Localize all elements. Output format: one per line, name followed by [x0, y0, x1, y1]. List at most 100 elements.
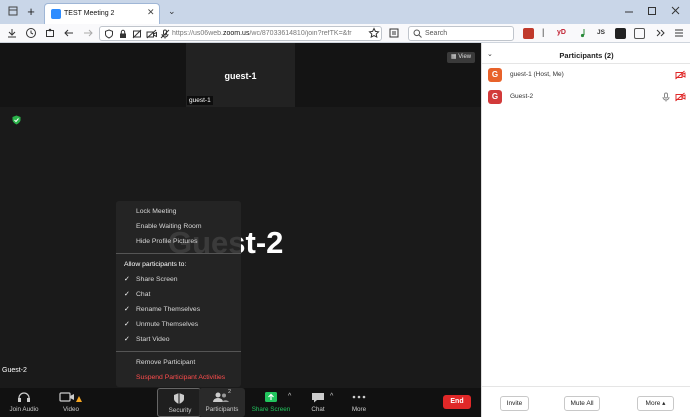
new-tab-button[interactable]: +	[23, 5, 39, 19]
ublock-extension-icon[interactable]	[523, 28, 534, 39]
tab-list-chevron-icon[interactable]: ⌄	[168, 6, 176, 17]
more-label: More	[351, 406, 367, 413]
forward-arrow-icon[interactable]	[81, 26, 95, 40]
microphone-blocked-icon[interactable]	[160, 29, 170, 39]
tracking-shield-icon[interactable]	[104, 29, 114, 39]
share-screen-label: Share Screen	[251, 406, 291, 413]
video-off-icon	[675, 70, 686, 80]
menu-lock-meeting[interactable]: Lock Meeting	[136, 208, 176, 215]
lock-icon[interactable]	[118, 29, 128, 39]
encryption-shield-icon[interactable]	[12, 115, 21, 125]
menu-rename-themselves[interactable]: Rename Themselves	[136, 306, 200, 313]
music-note-extension-icon[interactable]	[580, 28, 586, 38]
hamburger-menu-icon[interactable]	[672, 26, 686, 40]
download-icon[interactable]	[5, 26, 19, 40]
video-camera-warning-icon	[49, 391, 93, 403]
overflow-chevron-icon[interactable]	[653, 26, 667, 40]
meeting-toolbar: Join Audio Video Security 2 Participants	[0, 388, 481, 417]
extension-puzzle-icon[interactable]	[43, 26, 57, 40]
end-meeting-button[interactable]: End	[443, 395, 471, 409]
url-text[interactable]: https://us06web.zoom.us/wc/87033614810/j…	[172, 30, 367, 37]
menu-allow-header: Allow participants to:	[124, 261, 187, 268]
participant-row[interactable]: G guest-1 (Host, Me)	[482, 65, 690, 85]
search-box[interactable]: Search	[408, 26, 514, 41]
panel-divider	[482, 63, 690, 64]
participant-name: guest-1 (Host, Me)	[510, 71, 564, 78]
camera-blocked-icon[interactable]	[146, 29, 158, 39]
more-button[interactable]: More	[337, 388, 381, 417]
view-label: View	[458, 54, 472, 60]
menu-enable-waiting-room[interactable]: Enable Waiting Room	[136, 223, 201, 230]
security-label: Security	[168, 407, 192, 414]
participants-label: Participants	[205, 406, 239, 413]
gallery-tile-guest-1[interactable]: guest-1 guest-1	[186, 43, 295, 107]
avatar: G	[488, 90, 502, 104]
gallery-strip: guest-1 guest-1 ▦ View	[0, 43, 481, 107]
meeting-area: guest-1 guest-1 ▦ View Guest-2 Guest-2 L…	[0, 43, 481, 417]
chat-options-caret-icon[interactable]: ^	[330, 393, 333, 400]
security-menu: Lock Meeting Enable Waiting Room Hide Pr…	[116, 201, 241, 387]
browser-tab-active[interactable]: TEST Meeting 2 ✕	[44, 3, 160, 24]
panel-title: Participants (2)	[559, 51, 614, 60]
chat-bubble-icon	[296, 391, 340, 403]
video-button[interactable]: Video	[49, 388, 93, 417]
security-button[interactable]: Security	[157, 388, 201, 417]
menu-divider	[116, 253, 241, 254]
firefox-view-icon[interactable]	[8, 6, 18, 16]
participants-button[interactable]: 2 Participants	[199, 388, 245, 417]
view-grid-icon: ▦	[450, 54, 457, 60]
close-window-button[interactable]	[667, 3, 685, 19]
active-speaker-label: Guest-2	[2, 367, 27, 374]
chat-label: Chat	[311, 406, 325, 413]
join-audio-label: Join Audio	[9, 406, 39, 413]
tile-label: guest-1	[187, 96, 213, 105]
browser-navbar: https://us06web.zoom.us/wc/87033614810/j…	[0, 24, 690, 43]
participants-icon	[199, 391, 243, 403]
reader-view-icon[interactable]	[387, 26, 401, 40]
check-icon: ✓	[124, 321, 130, 328]
tile-name: guest-1	[224, 71, 257, 81]
view-button[interactable]: ▦ View	[447, 52, 475, 63]
share-screen-button[interactable]: Share Screen	[249, 388, 293, 417]
menu-divider	[116, 351, 241, 352]
invite-button[interactable]: Invite	[500, 396, 529, 411]
search-icon	[413, 29, 422, 38]
participant-row[interactable]: G Guest-2	[482, 87, 690, 107]
check-icon: ✓	[124, 306, 130, 313]
tab-title: TEST Meeting 2	[64, 10, 115, 17]
yd-extension-icon[interactable]: yD	[557, 29, 566, 36]
url-bar[interactable]: https://us06web.zoom.us/wc/87033614810/j…	[99, 26, 382, 41]
more-dots-icon	[337, 391, 381, 403]
js-extension-icon[interactable]: JS	[597, 29, 605, 36]
menu-hide-profile-pictures[interactable]: Hide Profile Pictures	[136, 238, 198, 245]
search-placeholder: Search	[425, 30, 448, 37]
avatar: G	[488, 68, 502, 82]
menu-start-video[interactable]: Start Video	[136, 336, 170, 343]
menu-share-screen[interactable]: Share Screen	[136, 276, 178, 283]
menu-remove-participant[interactable]: Remove Participant	[136, 359, 195, 366]
panel-more-button[interactable]: More ▴	[637, 396, 674, 411]
box-extension-icon[interactable]	[634, 28, 645, 39]
participants-count: 2	[228, 389, 232, 395]
mute-all-button[interactable]: Mute All	[564, 396, 600, 411]
check-icon: ✓	[124, 336, 130, 343]
join-audio-button[interactable]: Join Audio	[2, 388, 46, 417]
participant-name: Guest-2	[510, 93, 534, 100]
bookmark-star-icon[interactable]	[367, 26, 381, 40]
dark-extension-icon[interactable]	[615, 28, 626, 39]
tab-close-icon[interactable]: ✕	[147, 7, 155, 18]
history-icon[interactable]	[24, 26, 38, 40]
share-options-caret-icon[interactable]: ^	[288, 393, 291, 400]
microphone-icon	[662, 92, 670, 102]
menu-unmute-themselves[interactable]: Unmute Themselves	[136, 321, 198, 328]
minimize-button[interactable]	[620, 3, 638, 19]
menu-chat[interactable]: Chat	[136, 291, 150, 298]
video-off-icon	[675, 92, 686, 102]
maximize-button[interactable]	[643, 3, 661, 19]
headphones-icon	[2, 391, 46, 403]
back-arrow-icon[interactable]	[62, 26, 76, 40]
participants-panel: ⌄ Participants (2) G guest-1 (Host, Me) …	[481, 43, 690, 417]
permissions-icon[interactable]	[132, 29, 142, 39]
chat-button[interactable]: Chat	[296, 388, 340, 417]
menu-suspend-activities[interactable]: Suspend Participant Activities	[136, 374, 225, 381]
